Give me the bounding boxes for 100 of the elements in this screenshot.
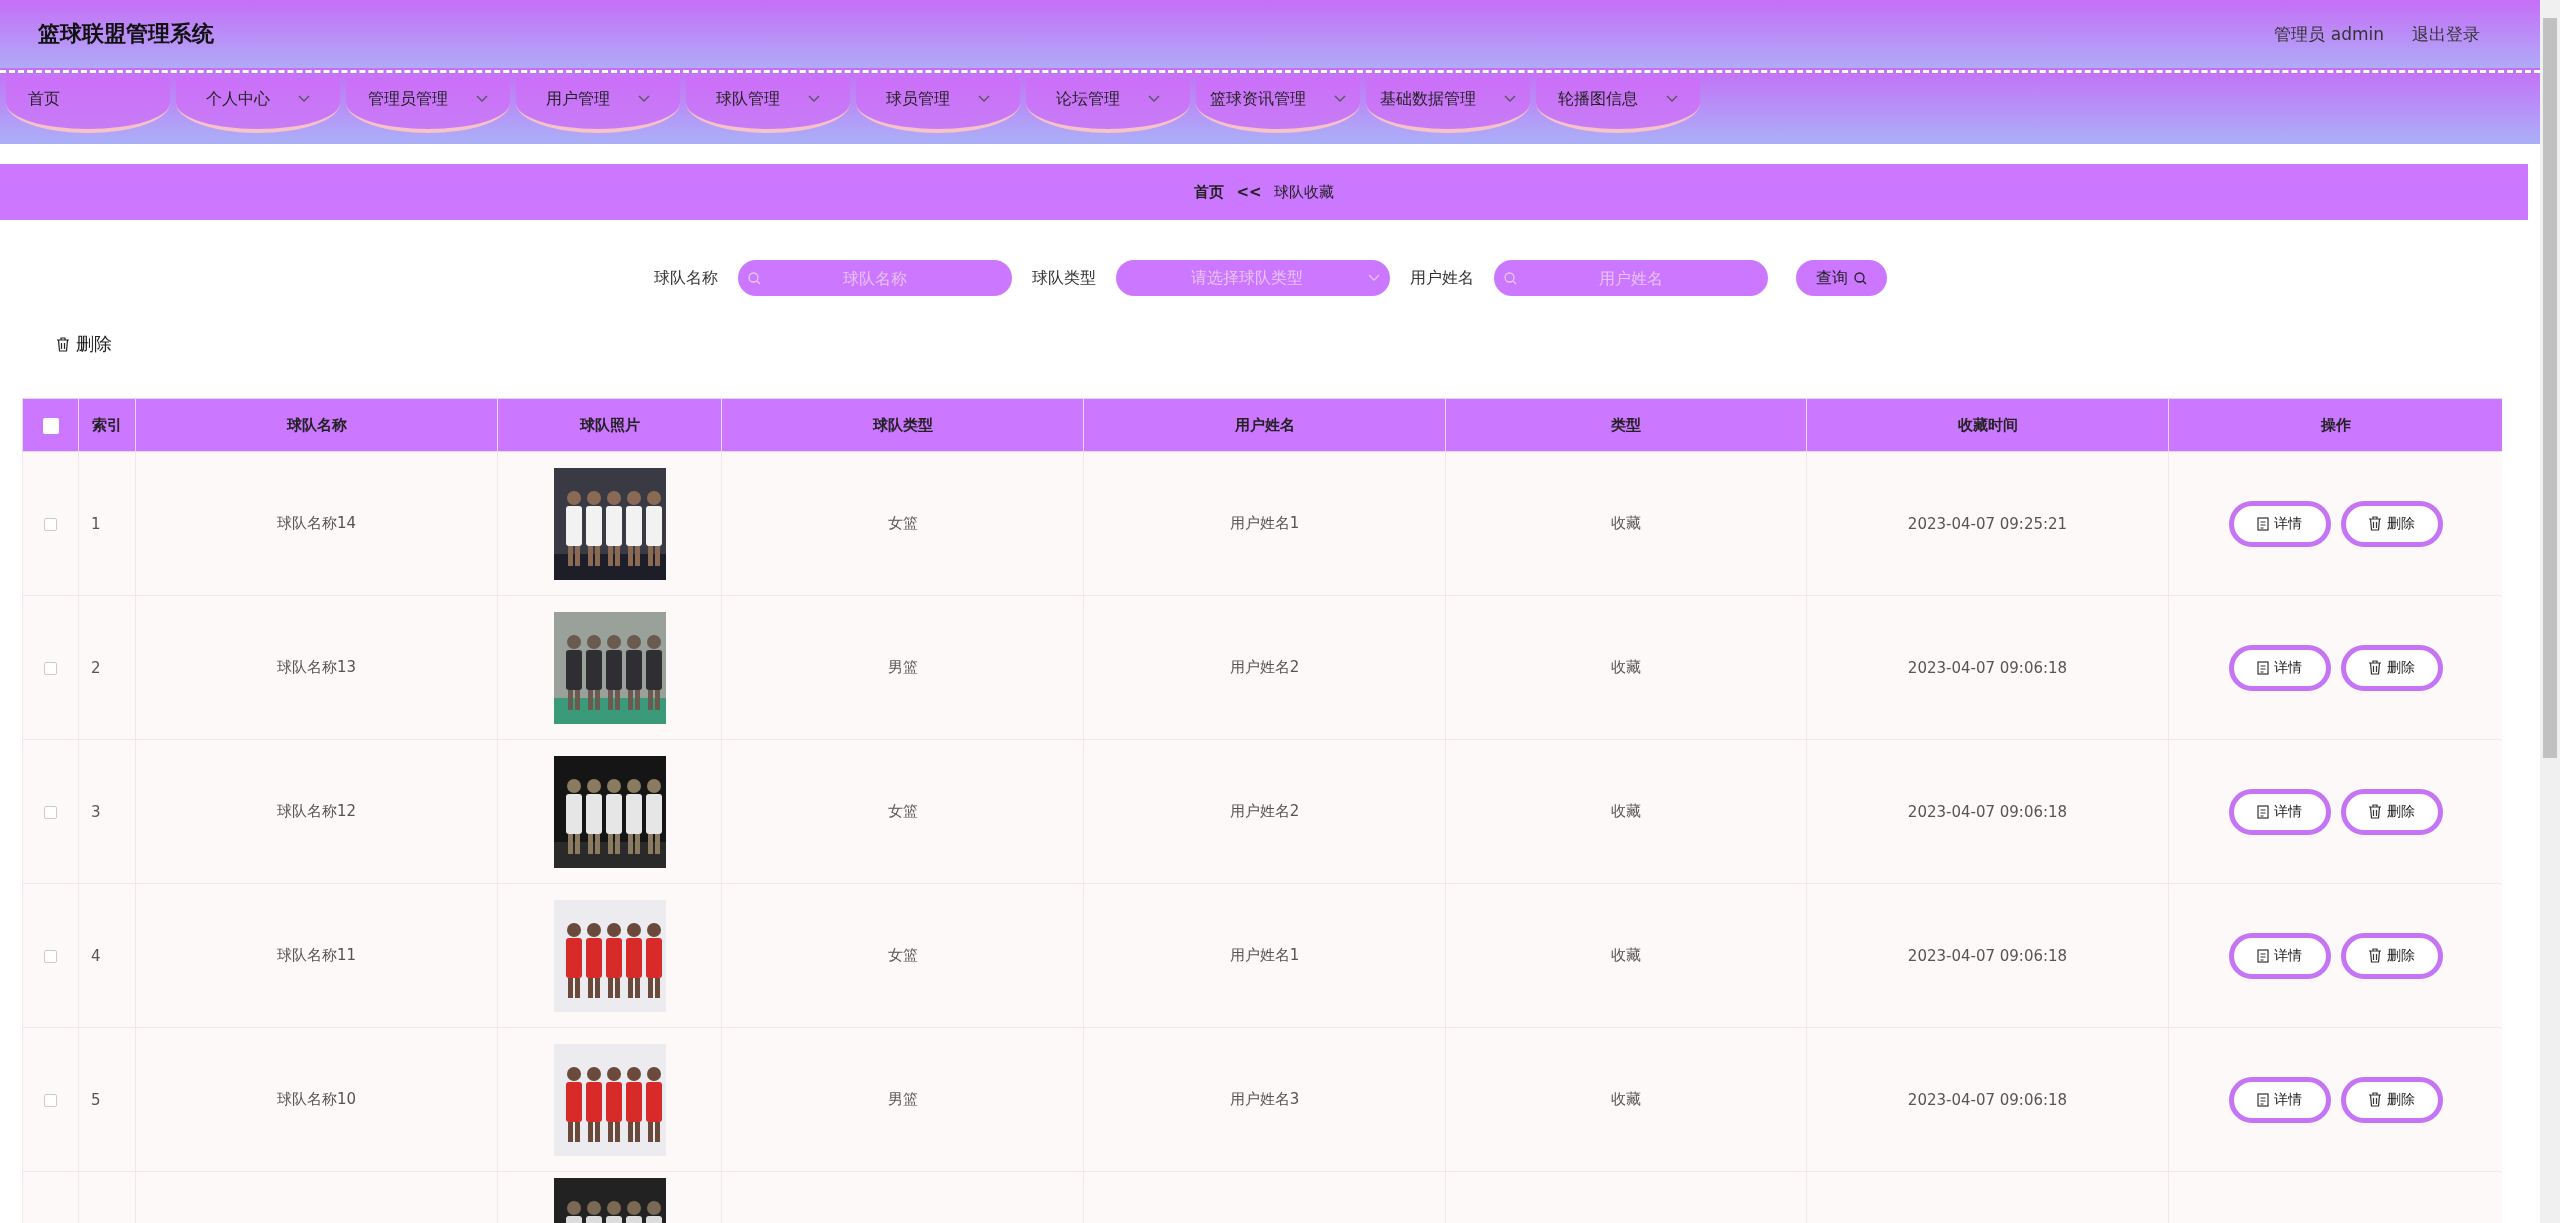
caret-icon bbox=[978, 95, 990, 103]
favorite-type: 收藏 bbox=[1611, 514, 1641, 532]
row-index: 1 bbox=[91, 514, 101, 533]
row-checkbox[interactable] bbox=[44, 949, 57, 963]
team-type: 男篮 bbox=[887, 1090, 918, 1108]
trash-icon bbox=[2368, 804, 2382, 819]
delete-button[interactable]: 删除 bbox=[2340, 932, 2443, 979]
document-icon bbox=[2257, 660, 2269, 675]
delete-button[interactable]: 删除 bbox=[2340, 1076, 2443, 1123]
caret-icon bbox=[476, 95, 488, 103]
user-name: 用户姓名3 bbox=[1229, 1090, 1300, 1108]
nav-tab[interactable]: 球员管理 bbox=[856, 77, 1020, 133]
row-checkbox[interactable] bbox=[44, 805, 57, 819]
caret-icon bbox=[638, 95, 650, 103]
team-name: 球队名称12 bbox=[276, 802, 357, 820]
row-index: 3 bbox=[91, 802, 101, 821]
team-name: 球队名称14 bbox=[276, 514, 357, 532]
caret-icon bbox=[1367, 274, 1380, 282]
details-button[interactable]: 详情 bbox=[2228, 644, 2331, 691]
column-header: 球队名称 bbox=[135, 398, 498, 452]
caret-icon bbox=[1148, 95, 1160, 103]
delete-button[interactable]: 删除 bbox=[2340, 500, 2443, 547]
details-button[interactable]: 详情 bbox=[2228, 788, 2331, 835]
nav-tab[interactable]: 基础数据管理 bbox=[1366, 77, 1530, 133]
breadcrumb-home[interactable]: 首页 bbox=[1194, 182, 1225, 202]
document-icon bbox=[2257, 516, 2269, 531]
select-all-checkbox[interactable] bbox=[42, 417, 59, 434]
search-field[interactable]: 用户姓名 bbox=[1493, 260, 1768, 296]
column-header: 用户姓名 bbox=[1083, 398, 1446, 452]
caret-icon bbox=[298, 95, 310, 103]
favorite-time: 2023-04-07 09:06:18 bbox=[1907, 658, 2068, 677]
column-header: 索引 bbox=[78, 398, 136, 452]
nav-tab[interactable]: 论坛管理 bbox=[1026, 77, 1190, 133]
column-header: 类型 bbox=[1445, 398, 1807, 452]
favorite-type: 收藏 bbox=[1611, 802, 1641, 820]
user-name: 用户姓名2 bbox=[1229, 802, 1300, 820]
delete-button[interactable]: 删除 bbox=[2340, 644, 2443, 691]
logout-link[interactable]: 退出登录 bbox=[2412, 22, 2480, 46]
team-name: 球队名称10 bbox=[276, 1090, 357, 1108]
search-icon bbox=[1853, 271, 1867, 285]
favorite-time: 2023-04-07 09:06:18 bbox=[1907, 1090, 2068, 1109]
nav-tab[interactable]: 管理员管理 bbox=[346, 77, 510, 133]
search-icon bbox=[1503, 272, 1517, 285]
row-index: 5 bbox=[91, 1090, 101, 1109]
nav-tab[interactable]: 轮播图信息 bbox=[1536, 77, 1700, 133]
nav-tab[interactable]: 篮球资讯管理 bbox=[1196, 77, 1360, 133]
favorite-type: 收藏 bbox=[1611, 1090, 1641, 1108]
caret-icon bbox=[1334, 95, 1346, 103]
nav-tab[interactable]: 球队管理 bbox=[686, 77, 850, 133]
team-name: 球队名称13 bbox=[276, 658, 357, 676]
app-title: 篮球联盟管理系统 bbox=[38, 20, 215, 48]
user-name: 用户姓名2 bbox=[1229, 658, 1300, 676]
user-name: 用户姓名1 bbox=[1229, 514, 1300, 532]
favorite-time: 2023-04-07 09:25:21 bbox=[1907, 514, 2068, 533]
caret-icon bbox=[808, 95, 820, 103]
document-icon bbox=[2257, 1092, 2269, 1107]
breadcrumb-current: 球队收藏 bbox=[1273, 182, 1334, 202]
team-type: 女篮 bbox=[887, 514, 918, 532]
favorite-time: 2023-04-07 09:06:18 bbox=[1907, 946, 2068, 965]
column-header: 球队照片 bbox=[497, 398, 722, 452]
team-type: 女篮 bbox=[887, 802, 918, 820]
details-button[interactable]: 详情 bbox=[2228, 1076, 2331, 1123]
caret-icon bbox=[1504, 95, 1516, 103]
field-label: 用户姓名 bbox=[1409, 267, 1474, 289]
row-checkbox[interactable] bbox=[44, 661, 57, 675]
favorite-time: 2023-04-07 09:06:18 bbox=[1907, 802, 2068, 821]
team-name: 球队名称11 bbox=[276, 946, 357, 964]
team-type: 男篮 bbox=[887, 658, 918, 676]
trash-icon bbox=[2368, 660, 2382, 675]
delete-button[interactable]: 删除 bbox=[2340, 788, 2443, 835]
field-label: 球队类型 bbox=[1031, 267, 1096, 289]
trash-icon bbox=[2368, 516, 2382, 531]
document-icon bbox=[2257, 948, 2269, 963]
search-field[interactable]: 球队名称 bbox=[737, 260, 1012, 296]
row-index: 4 bbox=[91, 946, 101, 965]
breadcrumb-separator: << bbox=[1236, 183, 1262, 201]
field-label: 球队名称 bbox=[653, 267, 718, 289]
caret-icon bbox=[1666, 95, 1678, 103]
user-name: 用户姓名1 bbox=[1229, 946, 1300, 964]
nav-tab[interactable]: 首页 bbox=[6, 77, 170, 133]
details-button[interactable]: 详情 bbox=[2228, 500, 2331, 547]
delete-button[interactable]: 删除 bbox=[54, 328, 114, 360]
row-index: 2 bbox=[91, 658, 101, 677]
nav-tab[interactable]: 个人中心 bbox=[176, 77, 340, 133]
trash-icon bbox=[2368, 948, 2382, 963]
column-header: 球队类型 bbox=[721, 398, 1084, 452]
row-checkbox[interactable] bbox=[44, 517, 57, 531]
search-icon bbox=[747, 272, 761, 285]
column-header: 收藏时间 bbox=[1806, 398, 2169, 452]
favorite-type: 收藏 bbox=[1611, 658, 1641, 676]
document-icon bbox=[2257, 804, 2269, 819]
details-button[interactable]: 详情 bbox=[2228, 932, 2331, 979]
team-type: 女篮 bbox=[887, 946, 918, 964]
row-checkbox[interactable] bbox=[44, 1093, 57, 1107]
admin-username: 管理员 admin bbox=[2274, 22, 2384, 46]
search-button[interactable]: 查询 bbox=[1795, 260, 1887, 296]
scrollbar[interactable] bbox=[2540, 0, 2560, 1223]
nav-tab[interactable]: 用户管理 bbox=[516, 77, 680, 133]
trash-icon bbox=[2368, 1092, 2382, 1107]
column-header: 操作 bbox=[2168, 398, 2502, 452]
